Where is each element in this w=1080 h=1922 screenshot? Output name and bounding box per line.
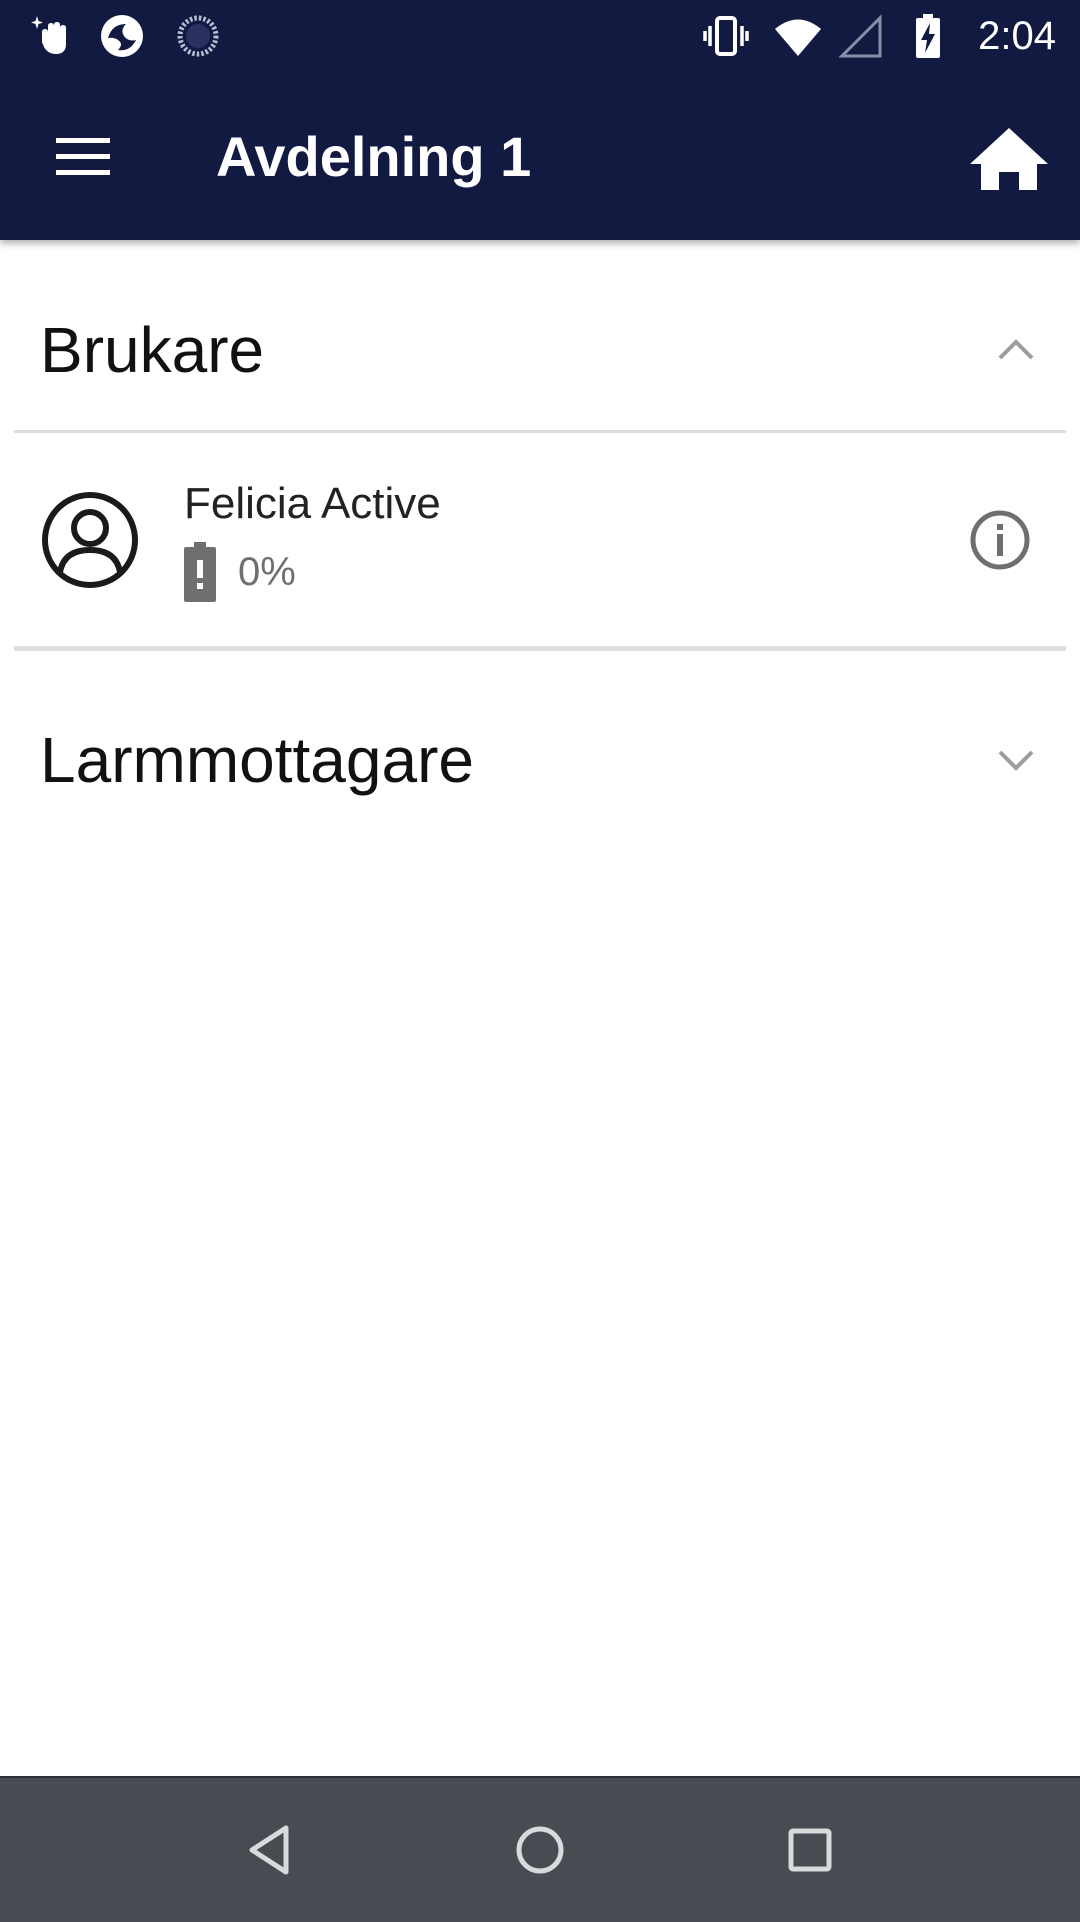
app-logo-icon [101, 15, 143, 57]
avatar-icon [42, 492, 138, 588]
back-icon[interactable] [232, 1812, 308, 1888]
section-divider [14, 430, 1066, 433]
status-time: 2:04 [978, 14, 1056, 58]
app-bar: Avdelning 1 [0, 72, 1080, 240]
user-name: Felicia Active [184, 479, 441, 528]
home-icon[interactable] [966, 114, 1052, 200]
system-nav-bar [0, 1776, 1080, 1922]
section-title-brukare: Brukare [40, 314, 265, 386]
vibrate-icon [703, 16, 749, 56]
list-divider [14, 646, 1066, 651]
status-bar: 2:04 [0, 0, 1080, 72]
battery-charging-icon [916, 14, 940, 58]
wifi-icon [775, 19, 821, 56]
home-circle-icon[interactable] [502, 1812, 578, 1888]
chevron-down-icon[interactable] [992, 736, 1040, 784]
section-header-brukare[interactable]: Brukare [0, 290, 1080, 410]
battery-level: 0% [238, 550, 296, 594]
recents-icon[interactable] [772, 1812, 848, 1888]
hand-sparkle-icon [31, 16, 66, 54]
page-title: Avdelning 1 [216, 125, 532, 188]
sync-spinner-icon [177, 15, 219, 57]
list-item-user[interactable]: Felicia Active 0% [0, 436, 1080, 646]
info-icon[interactable] [968, 508, 1032, 572]
section-header-larmmottagare[interactable]: Larmmottagare [0, 700, 1080, 820]
hamburger-menu-icon[interactable] [40, 114, 126, 200]
cell-signal-icon [838, 14, 882, 58]
battery-alert-icon [184, 542, 216, 602]
chevron-up-icon[interactable] [992, 326, 1040, 374]
section-title-larmmottagare: Larmmottagare [40, 724, 474, 796]
